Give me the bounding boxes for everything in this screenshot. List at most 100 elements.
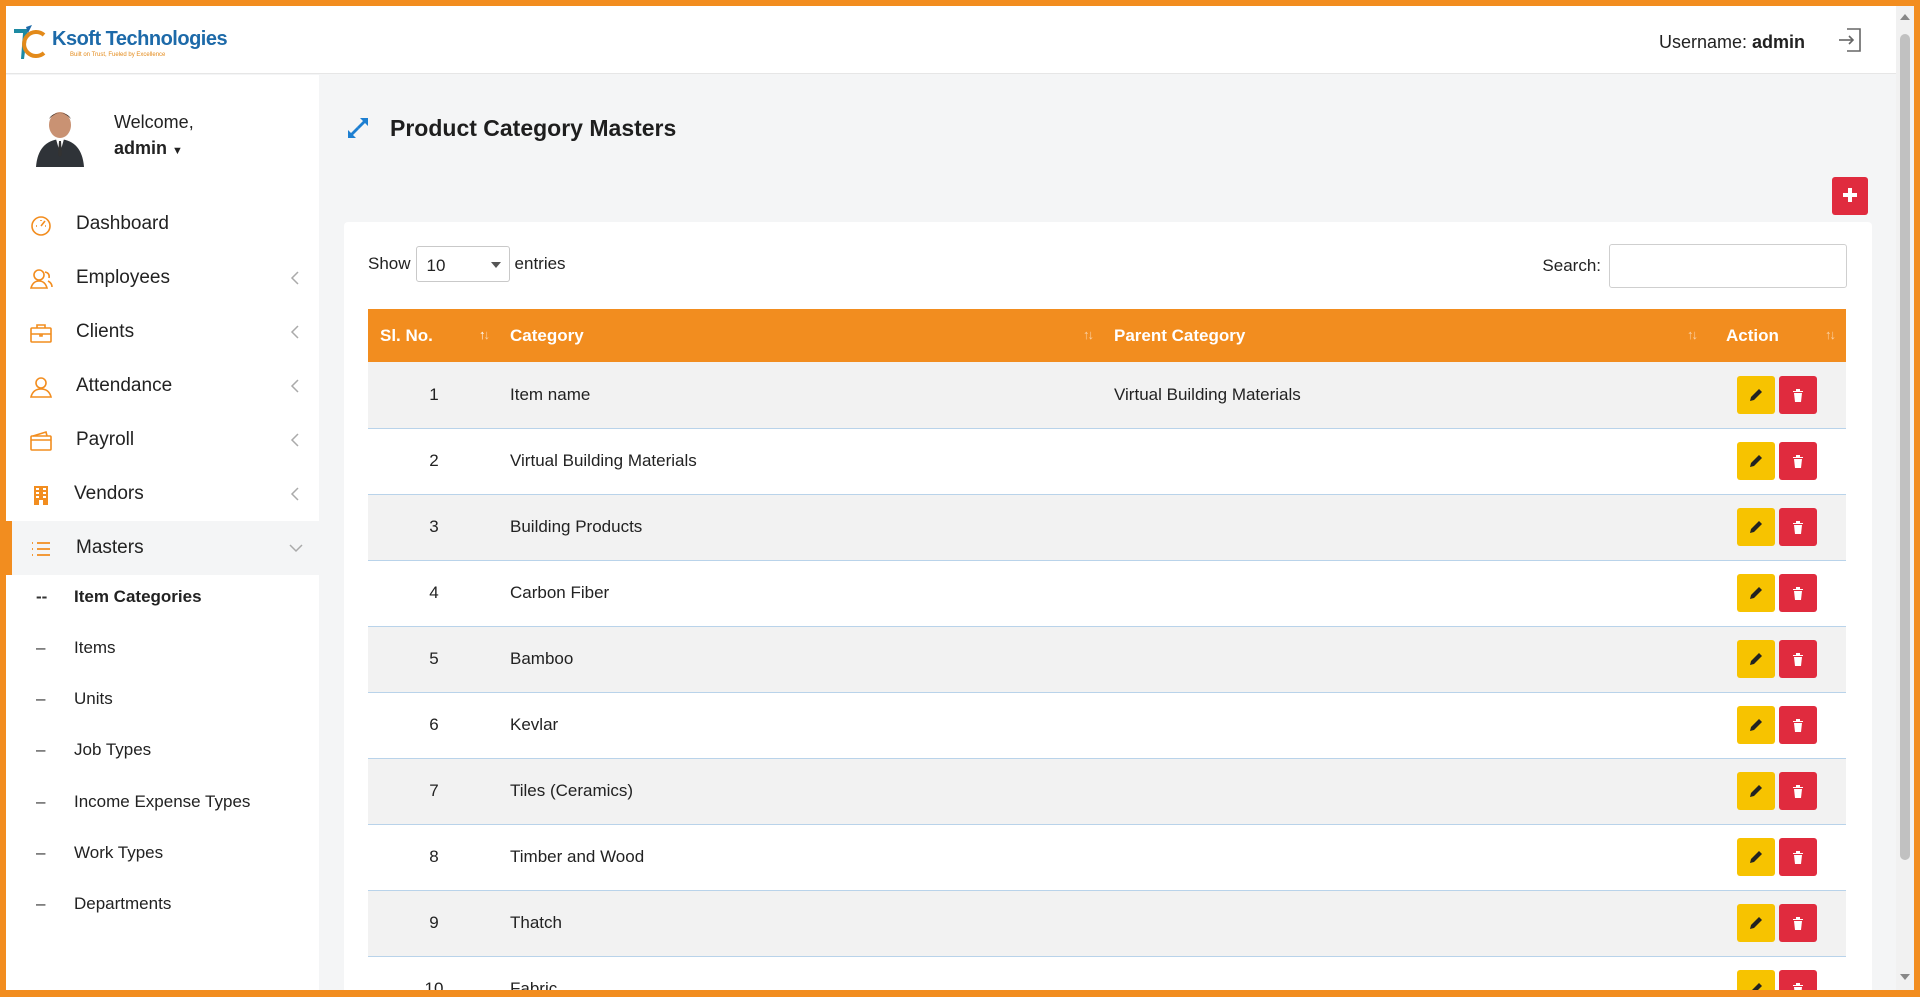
scroll-down-arrow-icon[interactable] <box>1900 974 1910 980</box>
cell-sl-no: 10 <box>424 979 444 990</box>
cell-parent-category <box>1104 626 1708 692</box>
sub-item-label: Item Categories <box>74 587 202 606</box>
sidebar-item-label: Payroll <box>76 429 135 450</box>
entries-length-value: 10 <box>426 256 446 275</box>
table-row: 10 Fabric <box>368 956 1846 990</box>
logout-icon[interactable] <box>1836 26 1864 54</box>
table-row: 9 Thatch <box>368 890 1846 956</box>
sub-item-label: Items <box>74 638 116 657</box>
sidebar-subitem-departments[interactable]: – Departments <box>6 884 319 924</box>
sidebar-subitem-work-types[interactable]: – Work Types <box>6 833 319 873</box>
sidebar-subitem-units[interactable]: – Units <box>6 679 319 719</box>
delete-button[interactable] <box>1779 970 1817 990</box>
trash-icon <box>1793 785 1803 798</box>
page-scrollbar[interactable] <box>1896 6 1914 990</box>
sub-item-dash: – <box>36 638 46 657</box>
edit-button[interactable] <box>1737 442 1775 480</box>
edit-button[interactable] <box>1737 838 1775 876</box>
sidebar-subitem-income-expense-types[interactable]: – Income Expense Types <box>6 782 319 822</box>
category-table: Sl. No. ↑↓ Category ↑↓ Parent Category ↑… <box>368 309 1846 990</box>
sidebar-subitem-job-types[interactable]: – Job Types <box>6 730 319 770</box>
sub-item-label: Departments <box>74 894 172 913</box>
delete-button[interactable] <box>1779 375 1817 414</box>
sidebar-item-label: Clients <box>76 321 135 342</box>
column-header-parent-category[interactable]: Parent Category ↑↓ <box>1104 309 1708 362</box>
cell-action <box>1708 890 1846 956</box>
sidebar-item-payroll[interactable]: Payroll <box>6 413 319 467</box>
column-header-label: Parent Category <box>1114 325 1246 345</box>
show-label: Show <box>368 254 411 273</box>
cell-parent-category <box>1104 428 1708 494</box>
edit-button[interactable] <box>1737 904 1775 942</box>
sidebar-subitem-items[interactable]: – Items <box>6 628 319 668</box>
caret-down-icon <box>490 262 501 268</box>
scroll-up-arrow-icon[interactable] <box>1900 14 1910 20</box>
column-header-action[interactable]: Action ↑↓ <box>1708 309 1846 362</box>
sidebar-item-dashboard[interactable]: Dashboard <box>6 197 319 251</box>
delete-button[interactable] <box>1779 772 1817 810</box>
sidebar-item-label: Dashboard <box>76 213 169 234</box>
delete-button[interactable] <box>1779 442 1817 480</box>
edit-button[interactable] <box>1737 375 1775 414</box>
sub-item-label: Units <box>74 689 113 708</box>
column-header-category[interactable]: Category ↑↓ <box>500 309 1104 362</box>
cell-category: Timber and Wood <box>510 847 645 866</box>
username-label: Username: <box>1659 32 1748 52</box>
cell-sl-no: 1 <box>429 384 439 404</box>
sidebar-item-masters[interactable]: Masters <box>6 521 319 575</box>
sub-item-dash: -- <box>36 587 48 606</box>
trash-icon <box>1793 521 1803 534</box>
cell-category: Tiles (Ceramics) <box>510 781 634 800</box>
entries-length-select[interactable]: 10 <box>415 246 510 282</box>
edit-button[interactable] <box>1737 508 1775 546</box>
welcome-username: admin <box>114 137 168 158</box>
scrollbar-thumb[interactable] <box>1900 34 1910 860</box>
building-icon <box>28 482 54 508</box>
pencil-icon <box>1750 587 1762 599</box>
cell-action <box>1708 428 1846 494</box>
pencil-icon <box>1750 917 1762 929</box>
employees-icon <box>28 266 54 292</box>
wallet-icon <box>28 428 54 454</box>
delete-button[interactable] <box>1779 508 1817 546</box>
trash-icon <box>1793 851 1803 864</box>
sub-item-dash: – <box>36 689 46 708</box>
delete-button[interactable] <box>1779 706 1817 744</box>
sidebar-item-clients[interactable]: Clients <box>6 305 319 359</box>
search-label: Search: <box>1542 256 1601 275</box>
delete-button[interactable] <box>1779 838 1817 876</box>
delete-button[interactable] <box>1779 574 1817 612</box>
sidebar-item-attendance[interactable]: Attendance <box>6 359 319 413</box>
sidebar-item-label: Masters <box>76 537 144 558</box>
cell-parent-category <box>1104 824 1708 890</box>
pencil-icon <box>1750 653 1762 665</box>
sidebar-item-employees[interactable]: Employees <box>6 251 319 305</box>
company-logo[interactable]: Ksoft Technologies Built on Trust, Fuele… <box>12 23 228 63</box>
sidebar-subitem-item-categories[interactable]: -- Item Categories <box>6 577 319 617</box>
sidebar-item-label: Attendance <box>76 375 173 396</box>
edit-button[interactable] <box>1737 970 1775 990</box>
edit-button[interactable] <box>1737 772 1775 810</box>
column-header-sl-no[interactable]: Sl. No. ↑↓ <box>368 309 500 362</box>
edit-button[interactable] <box>1737 574 1775 612</box>
trash-icon <box>1793 917 1803 930</box>
user-dropdown[interactable]: admin ▼ <box>114 135 194 164</box>
table-row: 4 Carbon Fiber <box>368 560 1846 626</box>
edit-button[interactable] <box>1737 640 1775 678</box>
page-title: Product Category Masters <box>390 114 677 141</box>
sidebar-item-label: Vendors <box>74 483 144 504</box>
username-display: Username: admin <box>1659 32 1805 53</box>
delete-button[interactable] <box>1779 640 1817 678</box>
cell-category: Thatch <box>510 913 562 932</box>
cell-parent-category <box>1104 692 1708 758</box>
cell-category: Virtual Building Materials <box>510 451 697 470</box>
delete-button[interactable] <box>1779 904 1817 942</box>
add-category-button[interactable] <box>1832 177 1868 215</box>
expand-icon[interactable] <box>344 114 372 142</box>
cell-sl-no: 8 <box>429 847 439 866</box>
edit-button[interactable] <box>1737 706 1775 744</box>
search-input[interactable] <box>1609 244 1847 288</box>
cell-parent-category <box>1104 758 1708 824</box>
sidebar-item-vendors[interactable]: Vendors <box>6 467 319 521</box>
chevron-left-icon <box>288 377 302 395</box>
